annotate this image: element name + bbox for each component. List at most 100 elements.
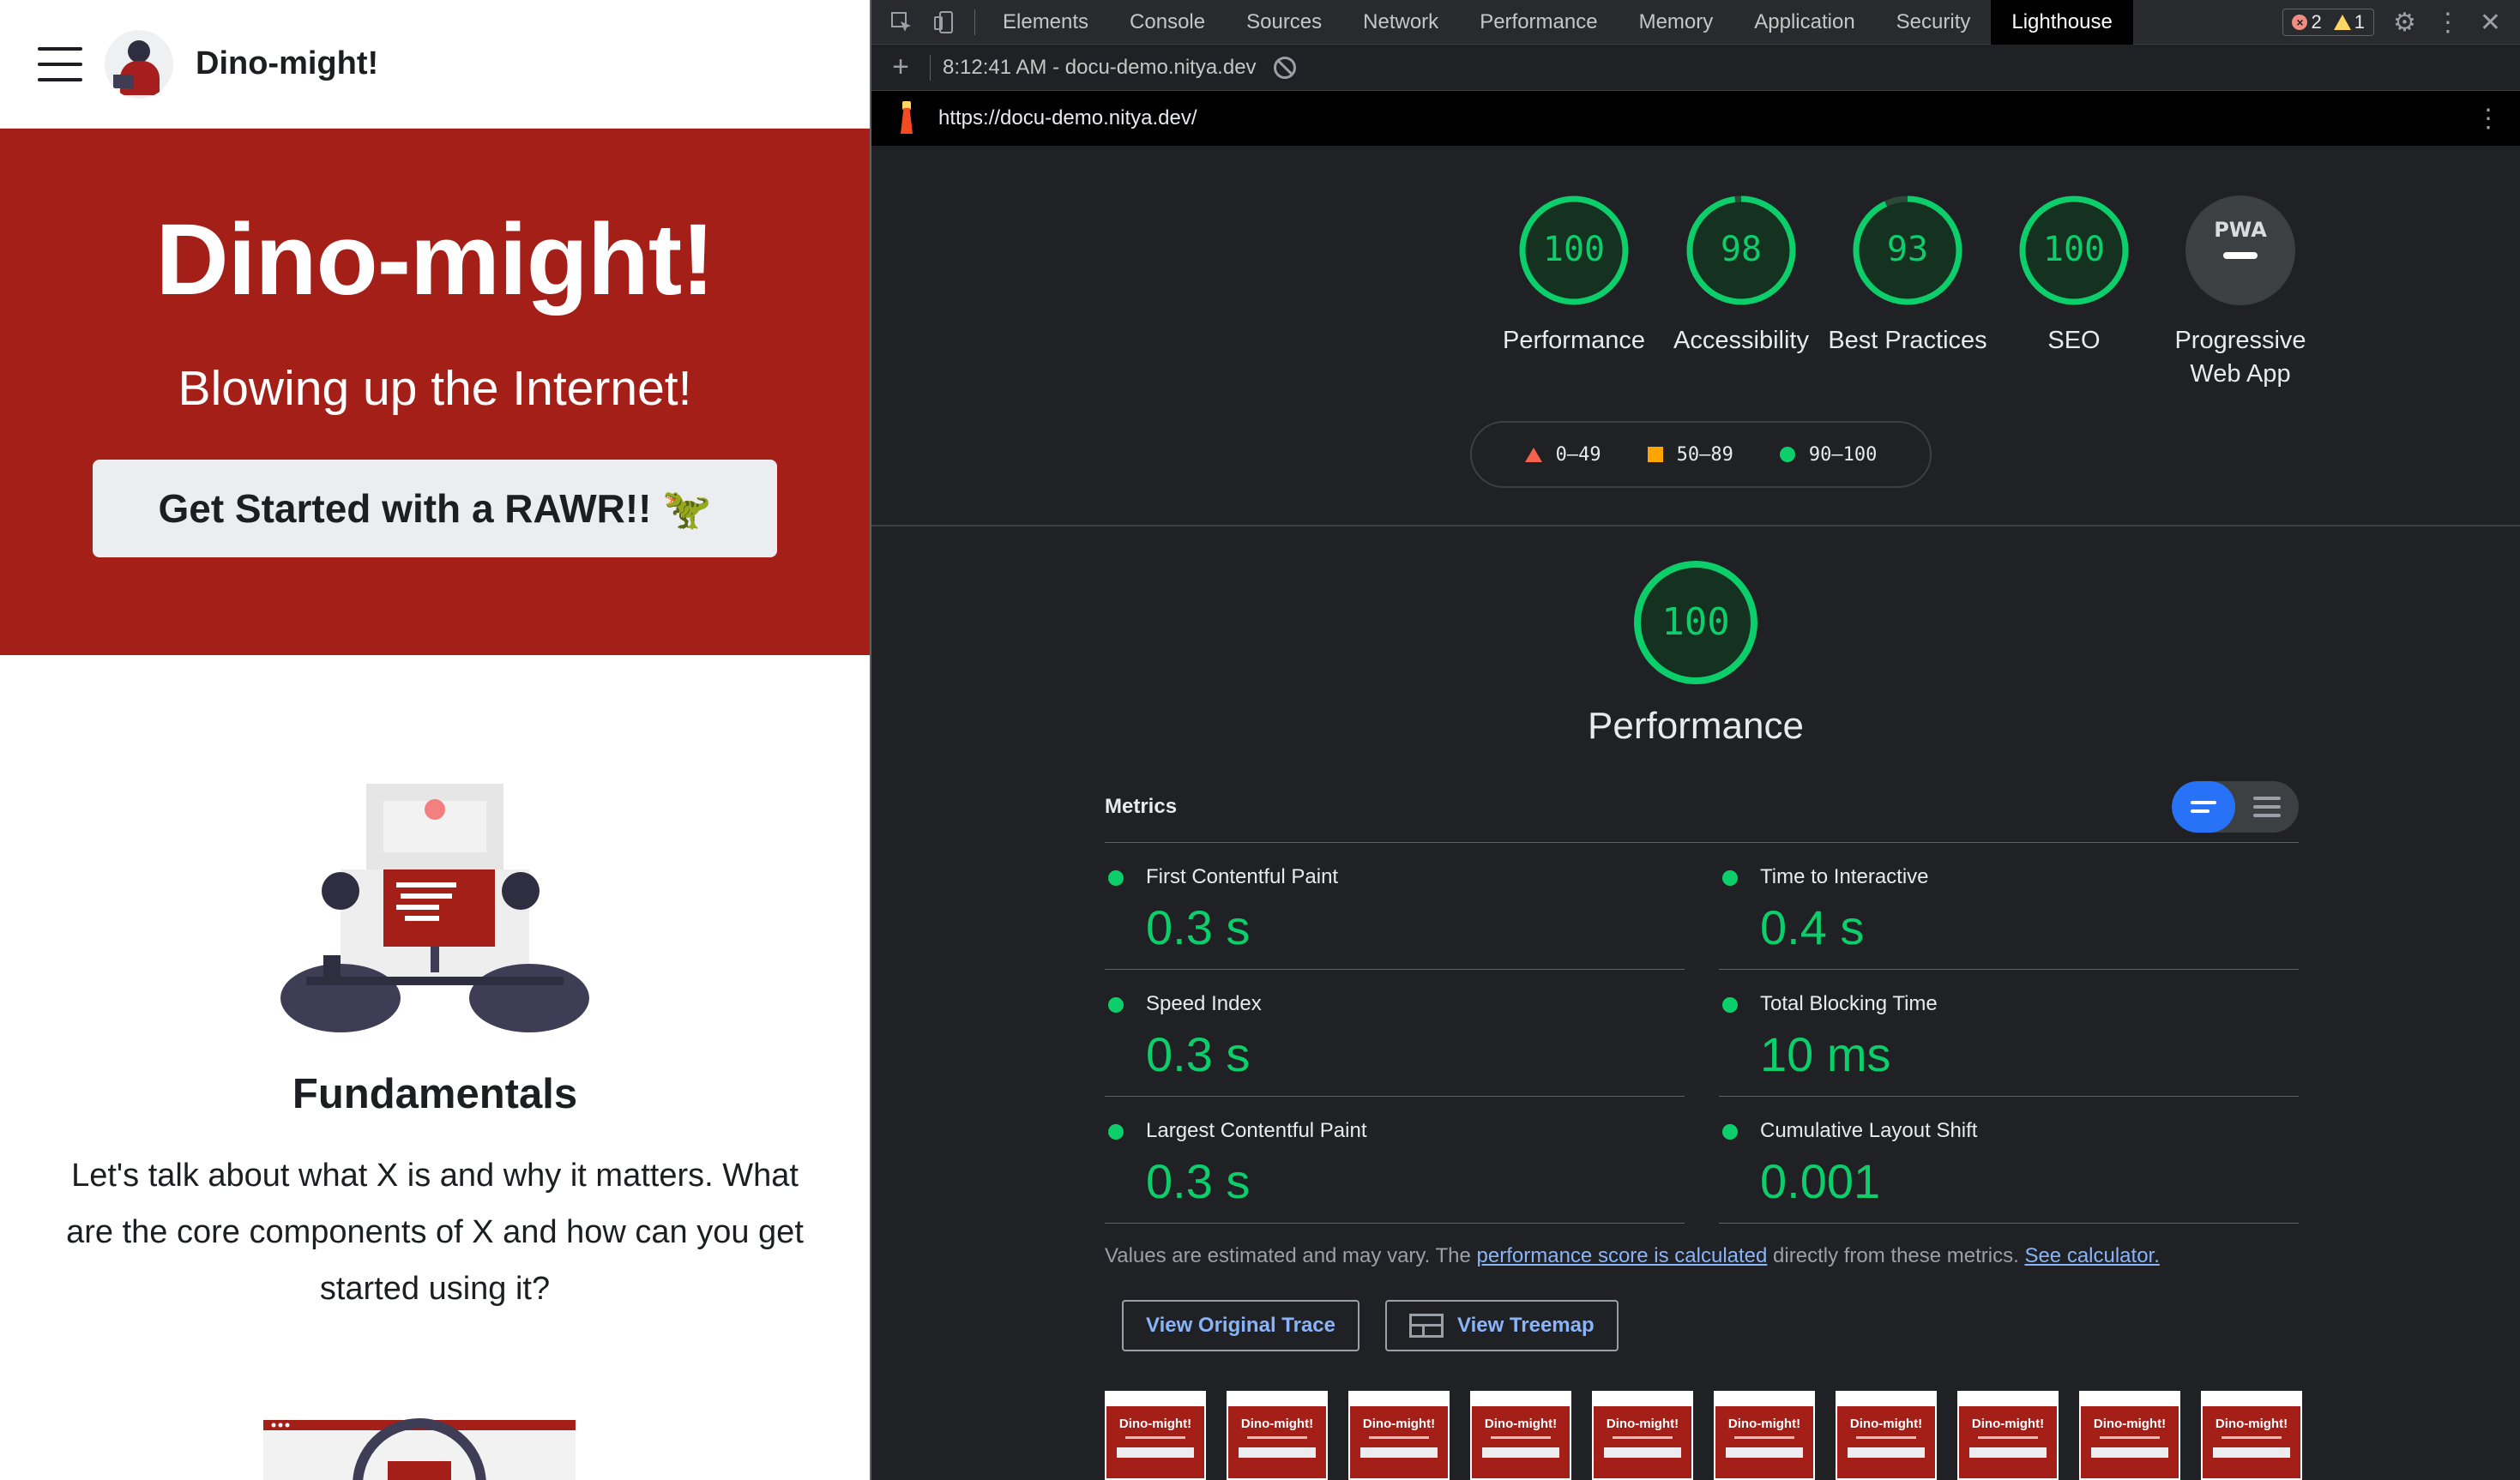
note-prefix: Values are estimated and may vary. The bbox=[1105, 1244, 1477, 1267]
expanded-view-icon[interactable] bbox=[2235, 781, 2299, 833]
filmstrip-frame: Dino-might! bbox=[1105, 1391, 1206, 1480]
metric-value: 0.3 s bbox=[1146, 1154, 1251, 1208]
see-calculator-link[interactable]: See calculator. bbox=[2024, 1244, 2159, 1267]
pair-programming-illustration bbox=[255, 784, 615, 1032]
tab-network[interactable]: Network bbox=[1342, 0, 1459, 45]
gauge-label: SEO bbox=[2047, 327, 2101, 354]
gauge-score: 100 bbox=[1543, 230, 1605, 269]
frame-title: Dino-might! bbox=[1362, 1417, 1436, 1431]
view-treemap-button[interactable]: View Treemap bbox=[1385, 1300, 1619, 1351]
gauge-pwa[interactable]: PWA Progressive Web App bbox=[2155, 194, 2326, 391]
legend-fail: 0–49 bbox=[1555, 443, 1601, 466]
compact-view-icon[interactable] bbox=[2172, 781, 2235, 833]
more-options-icon[interactable]: ⋮ bbox=[2435, 8, 2461, 38]
tab-memory[interactable]: Memory bbox=[1619, 0, 1734, 45]
fail-triangle-icon bbox=[1524, 447, 1542, 462]
metric-name: Largest Contentful Paint bbox=[1146, 1119, 1367, 1142]
gauge-best-practices[interactable]: 93 Best Practices bbox=[1822, 194, 1993, 358]
metric-name: Time to Interactive bbox=[1760, 865, 1929, 888]
filmstrip-frame: Dino-might! bbox=[1836, 1391, 1937, 1480]
gauge-label: Accessibility bbox=[1673, 327, 1809, 354]
report-menu-icon[interactable]: ⋮ bbox=[2475, 104, 2501, 134]
hero-banner: Dino-might! Blowing up the Internet! Get… bbox=[0, 129, 870, 655]
metric-name: First Contentful Paint bbox=[1146, 865, 1339, 888]
pass-circle-icon bbox=[1722, 870, 1738, 886]
view-original-trace-button[interactable]: View Original Trace bbox=[1122, 1300, 1359, 1351]
gauge-score: 98 bbox=[1721, 230, 1762, 269]
tab-console[interactable]: Console bbox=[1109, 0, 1226, 45]
gauge-score: 100 bbox=[2043, 230, 2105, 269]
section-divider bbox=[871, 525, 2520, 526]
report-select-dropdown[interactable]: 8:12:41 AM - docu-demo.nitya.dev ▾ bbox=[943, 55, 1262, 80]
device-toolbar-icon[interactable] bbox=[931, 9, 957, 35]
gauge-seo[interactable]: 100 SEO bbox=[1988, 194, 2160, 358]
tab-lighthouse[interactable]: Lighthouse bbox=[1991, 0, 2133, 45]
section-text: Let's talk about what X is and why it ma… bbox=[66, 1158, 804, 1307]
settings-gear-icon[interactable]: ⚙ bbox=[2393, 8, 2416, 38]
pass-circle-icon bbox=[1722, 997, 1738, 1013]
section-title: Fundamentals bbox=[292, 1071, 578, 1117]
menu-icon[interactable] bbox=[38, 46, 82, 81]
logo-avatar[interactable] bbox=[105, 29, 173, 99]
clear-all-icon[interactable] bbox=[1274, 56, 1296, 79]
pass-circle-icon bbox=[1108, 997, 1124, 1013]
score-legend: 0–49 50–89 90–100 bbox=[1470, 421, 1932, 488]
report-url[interactable]: https://docu-demo.nitya.dev/ bbox=[938, 106, 1197, 130]
tab-security[interactable]: Security bbox=[1876, 0, 1992, 45]
gauge-label: Progressive Web App bbox=[2174, 327, 2306, 388]
close-icon[interactable]: ✕ bbox=[2480, 8, 2501, 38]
section-title: Performance bbox=[1588, 705, 1804, 747]
new-report-plus-icon[interactable]: + bbox=[883, 51, 918, 84]
get-started-button[interactable]: Get Started with a RAWR!! 🦖 bbox=[93, 460, 777, 557]
metric-largest-contentful-paint: Largest Contentful Paint 0.3 s bbox=[1105, 1097, 1685, 1224]
treemap-icon bbox=[1409, 1314, 1444, 1338]
gauge-label: Best Practices bbox=[1828, 327, 1987, 354]
warning-icon bbox=[2333, 15, 2351, 30]
tab-elements[interactable]: Elements bbox=[982, 0, 1109, 45]
pass-circle-icon bbox=[1108, 870, 1124, 886]
frame-title: Dino-might! bbox=[1849, 1417, 1923, 1431]
tab-performance[interactable]: Performance bbox=[1459, 0, 1618, 45]
metric-value: 0.3 s bbox=[1146, 1027, 1251, 1081]
legend-average: 50–89 bbox=[1676, 443, 1733, 466]
warning-count: 1 bbox=[2354, 11, 2365, 33]
frame-title: Dino-might! bbox=[1727, 1417, 1801, 1431]
metrics-view-toggle[interactable] bbox=[2172, 781, 2299, 833]
tab-sources[interactable]: Sources bbox=[1226, 0, 1342, 45]
metric-speed-index: Speed Index 0.3 s bbox=[1105, 970, 1685, 1097]
site-navbar: Dino-might! bbox=[0, 0, 870, 129]
metrics-panel: Metrics First Contentful Paint 0.3 s Time… bbox=[1105, 772, 2299, 1268]
metric-name: Speed Index bbox=[1146, 992, 1262, 1015]
metric-total-blocking-time: Total Blocking Time 10 ms bbox=[1719, 970, 2299, 1097]
filmstrip-frame: Dino-might! bbox=[2201, 1391, 2302, 1480]
filmstrip-frame: Dino-might! bbox=[1227, 1391, 1328, 1480]
error-count: 2 bbox=[2311, 11, 2322, 33]
note-middle: directly from these metrics. bbox=[1767, 1244, 2025, 1267]
issues-counter[interactable]: × 2 1 bbox=[2282, 9, 2374, 36]
filmstrip-frame: Dino-might! bbox=[1470, 1391, 1571, 1480]
frame-title: Dino-might! bbox=[2093, 1417, 2167, 1431]
pwa-badge-icon: PWA bbox=[2214, 218, 2267, 242]
site-brand[interactable]: Dino-might! bbox=[196, 45, 378, 82]
gauge-accessibility[interactable]: 98 Accessibility bbox=[1655, 194, 1827, 358]
pass-circle-icon bbox=[1722, 1124, 1738, 1140]
tab-application[interactable]: Application bbox=[1733, 0, 1875, 45]
metric-value: 10 ms bbox=[1760, 1027, 1891, 1081]
gauge-performance[interactable]: 100 Performance bbox=[1488, 194, 1660, 358]
gauge-score: 93 bbox=[1887, 230, 1928, 269]
frame-title: Dino-might! bbox=[1971, 1417, 2045, 1431]
metric-value: 0.001 bbox=[1760, 1154, 1881, 1208]
next-section-illustration bbox=[263, 1417, 576, 1480]
tabbar-separator bbox=[974, 9, 975, 35]
inspect-element-icon[interactable] bbox=[889, 9, 914, 35]
metric-time-to-interactive: Time to Interactive 0.4 s bbox=[1719, 843, 2299, 970]
performance-section-header: 100 Performance bbox=[871, 559, 2520, 748]
hero-title: Dino-might! bbox=[155, 203, 715, 316]
frame-title: Dino-might! bbox=[1118, 1417, 1192, 1431]
score-calculated-link[interactable]: performance score is calculated bbox=[1477, 1244, 1768, 1267]
filmstrip-frame: Dino-might! bbox=[1348, 1391, 1450, 1480]
lighthouse-toolbar: + 8:12:41 AM - docu-demo.nitya.dev ▾ bbox=[871, 45, 2520, 91]
view-treemap-label: View Treemap bbox=[1457, 1314, 1595, 1337]
metric-value: 0.3 s bbox=[1146, 900, 1251, 954]
frame-title: Dino-might! bbox=[2215, 1417, 2288, 1431]
